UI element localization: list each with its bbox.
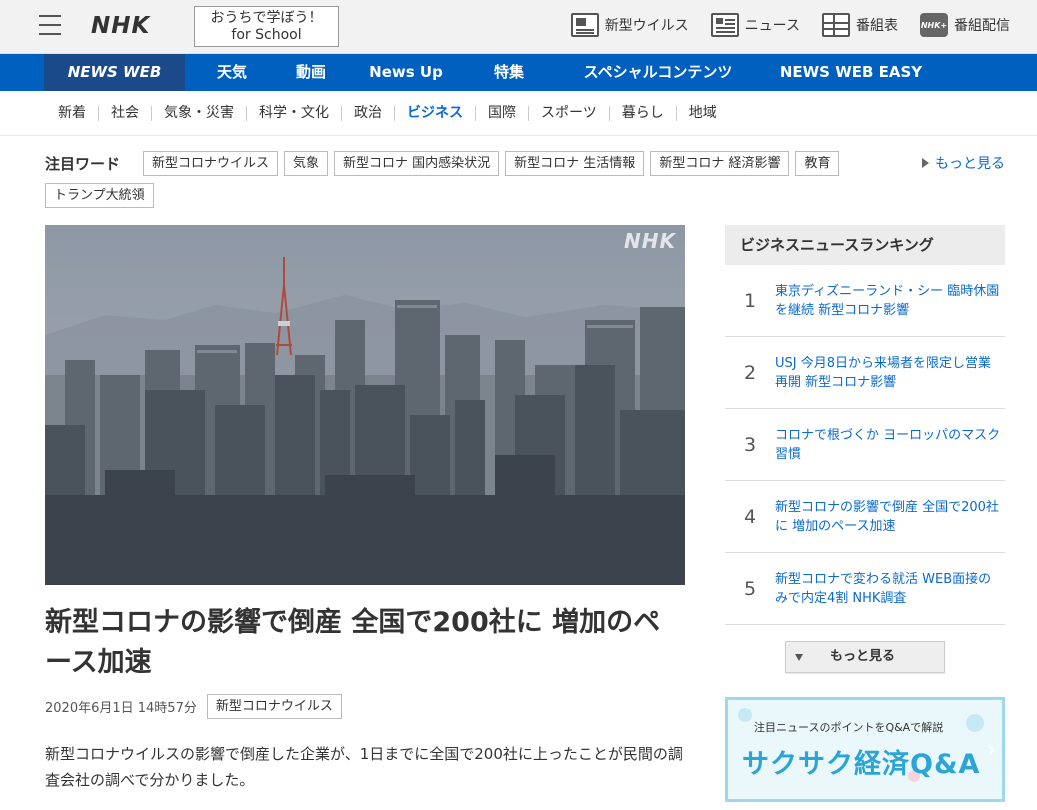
play-arrow-icon [922, 158, 929, 168]
top-header: NHK おうちで学ぼう！ for School 新型ウイルス ニュース 番組表 … [0, 0, 1037, 54]
banner-title-main: サクサク経済 [742, 749, 910, 780]
header-link-news[interactable]: ニュース [710, 13, 800, 37]
article-date: 2020年6月1日 14時57分 [45, 701, 197, 716]
trending-tag[interactable]: 新型コロナウイルス [143, 151, 279, 176]
header-link-streaming[interactable]: NHK+ 番組配信 [920, 13, 1010, 37]
header-link-label: ニュース [744, 18, 800, 34]
category-sports[interactable]: スポーツ [528, 105, 609, 121]
ranking-item[interactable]: 3 コロナで根づくか ヨーロッパのマスク習慣 [725, 409, 1005, 481]
ranking-more-label: もっと見る [830, 649, 896, 664]
ranking-number: 4 [743, 505, 757, 528]
banner-title: サクサク経済Q&A [742, 742, 980, 781]
tokyo-skyline-photo [45, 225, 685, 585]
trending-more-link[interactable]: もっと見る [922, 153, 1005, 173]
category-business[interactable]: ビジネス [394, 105, 475, 121]
menu-icon[interactable] [39, 15, 61, 35]
trending-label: 注目ワード [45, 155, 121, 173]
category-politics[interactable]: 政治 [341, 105, 394, 121]
ranking-number: 3 [743, 433, 757, 456]
category-science-culture[interactable]: 科学・文化 [246, 105, 341, 121]
header-link-label: 番組配信 [954, 18, 1010, 34]
category-weather-disaster[interactable]: 気象・災害 [151, 105, 246, 121]
header-link-program-guide[interactable]: 番組表 [822, 13, 898, 37]
article-hero-image: NHK [45, 225, 685, 585]
category-nav: 新着 社会 気象・災害 科学・文化 政治 ビジネス 国際 スポーツ 暮らし 地域 [0, 91, 1037, 136]
trending-tag[interactable]: 気象 [284, 151, 329, 176]
ranking-number: 1 [743, 289, 757, 312]
ranking-number: 5 [743, 577, 757, 600]
program-guide-icon [822, 13, 850, 37]
decor-dot [966, 714, 984, 732]
ranking-item[interactable]: 5 新型コロナで変わる就活 WEB面接のみで内定4割 NHK調査 [725, 553, 1005, 625]
for-school-line2: for School [231, 27, 302, 43]
nhk-logo[interactable]: NHK [91, 13, 150, 39]
for-school-line1: おうちで学ぼう！ [210, 10, 323, 26]
nav-news-web-easy[interactable]: NEWS WEB EASY [767, 54, 935, 91]
header-link-label: 新型ウイルス [604, 18, 689, 34]
ranking-link[interactable]: 新型コロナの影響で倒産 全国で200社に 増加のペース加速 [775, 498, 1003, 536]
ranking-more-button[interactable]: もっと見る [785, 641, 945, 673]
economy-qa-banner[interactable]: 注目ニュースのポイントをQ&Aで解説 サクサク経済Q&A › [725, 697, 1005, 802]
news-icon [710, 13, 739, 37]
ranking-title: ビジネスニュースランキング [725, 225, 1005, 265]
main-nav: NEWS WEB 天気 動画 News Up 特集 スペシャルコンテンツ NEW… [0, 54, 1037, 91]
category-international[interactable]: 国際 [475, 105, 528, 121]
nav-news-up[interactable]: News Up [343, 54, 469, 91]
header-links: 新型ウイルス ニュース 番組表 NHK+ 番組配信 [570, 13, 1010, 37]
trending-tags: 新型コロナウイルス 気象 新型コロナ 国内感染状況 新型コロナ 生活情報 新型コ… [143, 151, 840, 176]
ranking-link[interactable]: 新型コロナで変わる就活 WEB面接のみで内定4割 NHK調査 [775, 570, 1003, 608]
header-link-corona[interactable]: 新型ウイルス [570, 13, 689, 37]
article-headline: 新型コロナの影響で倒産 全国で200社に 増加のペース加速 [45, 607, 661, 678]
banner-title-qa: Q&A [910, 749, 981, 780]
nav-news-web[interactable]: NEWS WEB [44, 54, 185, 91]
nav-weather[interactable]: 天気 [185, 54, 279, 91]
trending-tag[interactable]: 新型コロナ 生活情報 [505, 151, 645, 176]
ranking-item[interactable]: 2 USJ 今月8日から来場者を限定し営業再開 新型コロナ影響 [725, 337, 1005, 409]
header-link-label: 番組表 [856, 18, 898, 34]
ranking-link[interactable]: USJ 今月8日から来場者を限定し営業再開 新型コロナ影響 [775, 354, 1003, 392]
chevron-down-icon [795, 654, 803, 661]
article-tag[interactable]: 新型コロナウイルス [206, 694, 342, 719]
nav-video[interactable]: 動画 [279, 54, 343, 91]
trending-tag[interactable]: トランプ大統領 [45, 183, 154, 208]
nhk-plus-icon: NHK+ [920, 13, 948, 37]
trending-tag[interactable]: 教育 [795, 151, 840, 176]
nhk-watermark: NHK [624, 229, 676, 253]
corona-icon [570, 13, 599, 37]
decor-dot [738, 708, 752, 722]
article-body: 新型コロナウイルスの影響で倒産した企業が、1日までに全国で200社に上ったことが… [45, 745, 683, 789]
ranking-link[interactable]: 東京ディズニーランド・シー 臨時休園を継続 新型コロナ影響 [775, 282, 1003, 320]
ranking-item[interactable]: 1 東京ディズニーランド・シー 臨時休園を継続 新型コロナ影響 [725, 265, 1005, 337]
category-new[interactable]: 新着 [46, 105, 98, 121]
business-ranking: ビジネスニュースランキング 1 東京ディズニーランド・シー 臨時休園を継続 新型… [725, 225, 1005, 625]
nav-special-contents[interactable]: スペシャルコンテンツ [549, 54, 767, 91]
ranking-number: 2 [743, 361, 757, 384]
ranking-item[interactable]: 4 新型コロナの影響で倒産 全国で200社に 増加のペース加速 [725, 481, 1005, 553]
trending-tag[interactable]: 新型コロナ 国内感染状況 [334, 151, 500, 176]
trending-more-label: もっと見る [935, 156, 1005, 172]
category-life[interactable]: 暮らし [608, 105, 676, 121]
article-meta: 2020年6月1日 14時57分 新型コロナウイルス [45, 694, 342, 719]
nav-features[interactable]: 特集 [469, 54, 549, 91]
trending-tag[interactable]: 新型コロナ 経済影響 [650, 151, 790, 176]
banner-subtitle: 注目ニュースのポイントをQ&Aで解説 [754, 721, 944, 734]
category-regional[interactable]: 地域 [675, 105, 729, 121]
for-school-button[interactable]: おうちで学ぼう！ for School [194, 6, 339, 47]
ranking-link[interactable]: コロナで根づくか ヨーロッパのマスク習慣 [775, 426, 1003, 464]
chevron-right-icon[interactable]: › [987, 738, 996, 763]
category-society[interactable]: 社会 [98, 105, 151, 121]
